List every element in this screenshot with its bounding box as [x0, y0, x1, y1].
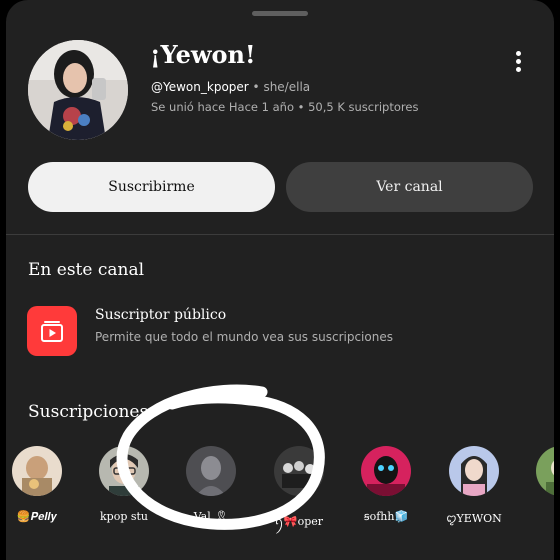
channel-joined-info: Se unió hace Hace 1 año • 50,5 K suscrip…	[151, 100, 419, 114]
subscription-item[interactable]: ꞩofhh🧊	[349, 446, 423, 556]
subscription-item[interactable]: ꨄ︎	[524, 446, 554, 556]
subscriptions-title: Suscripciones	[28, 402, 149, 422]
subscribe-button[interactable]: Suscribirme	[28, 162, 275, 212]
public-subscriber-title: Suscriptor público	[95, 307, 227, 323]
subscription-name: ꨄ︎YEWON	[446, 512, 502, 525]
subscription-item[interactable]: Val 🎗	[174, 446, 248, 556]
subscription-avatar	[186, 446, 236, 496]
subscription-item[interactable]: 🍔𝑷𝒆𝒍𝒍𝒚	[6, 446, 74, 556]
channel-avatar-image	[28, 40, 128, 140]
subscription-avatar	[99, 446, 149, 496]
public-subscriber-description: Permite que todo el mundo vea sus suscri…	[95, 330, 393, 344]
subscription-avatar	[274, 446, 324, 496]
subscription-avatar	[449, 446, 499, 496]
on-channel-title: En este canal	[28, 260, 145, 280]
subscription-name: ꞩofhh🧊	[363, 510, 409, 523]
subscription-item[interactable]: ꨄ︎YEWON	[437, 446, 511, 556]
subscription-name: ꨄ︎	[518, 510, 554, 526]
divider	[6, 234, 554, 235]
subscription-avatar	[361, 446, 411, 496]
subscription-name: 🍔𝑷𝒆𝒍𝒍𝒚	[16, 510, 58, 523]
channel-sheet: ¡Yewon! @Yewon_kpoper • she/ella Se unió…	[6, 0, 554, 560]
subscription-name: ꪆ🎀oper	[274, 515, 324, 528]
view-channel-button[interactable]: Ver canal	[286, 162, 533, 212]
subscription-avatar	[12, 446, 62, 496]
drag-handle[interactable]	[252, 11, 308, 16]
channel-avatar[interactable]	[28, 40, 128, 140]
subscription-avatar	[536, 446, 554, 496]
subscription-item[interactable]: kpop stu	[87, 446, 161, 556]
subscription-name: kpop stu	[99, 510, 149, 523]
subscription-item[interactable]: ꪆ🎀oper	[262, 446, 336, 556]
subscription-name: Val 🎗	[193, 510, 229, 523]
channel-handle[interactable]: @Yewon_kpoper	[151, 80, 249, 94]
more-options-icon[interactable]	[506, 46, 530, 76]
channel-handle-line: @Yewon_kpoper • she/ella	[151, 80, 310, 94]
channel-name: ¡Yewon!	[150, 40, 256, 69]
subscriptions-icon	[27, 306, 77, 356]
channel-pronouns: • she/ella	[248, 80, 311, 94]
